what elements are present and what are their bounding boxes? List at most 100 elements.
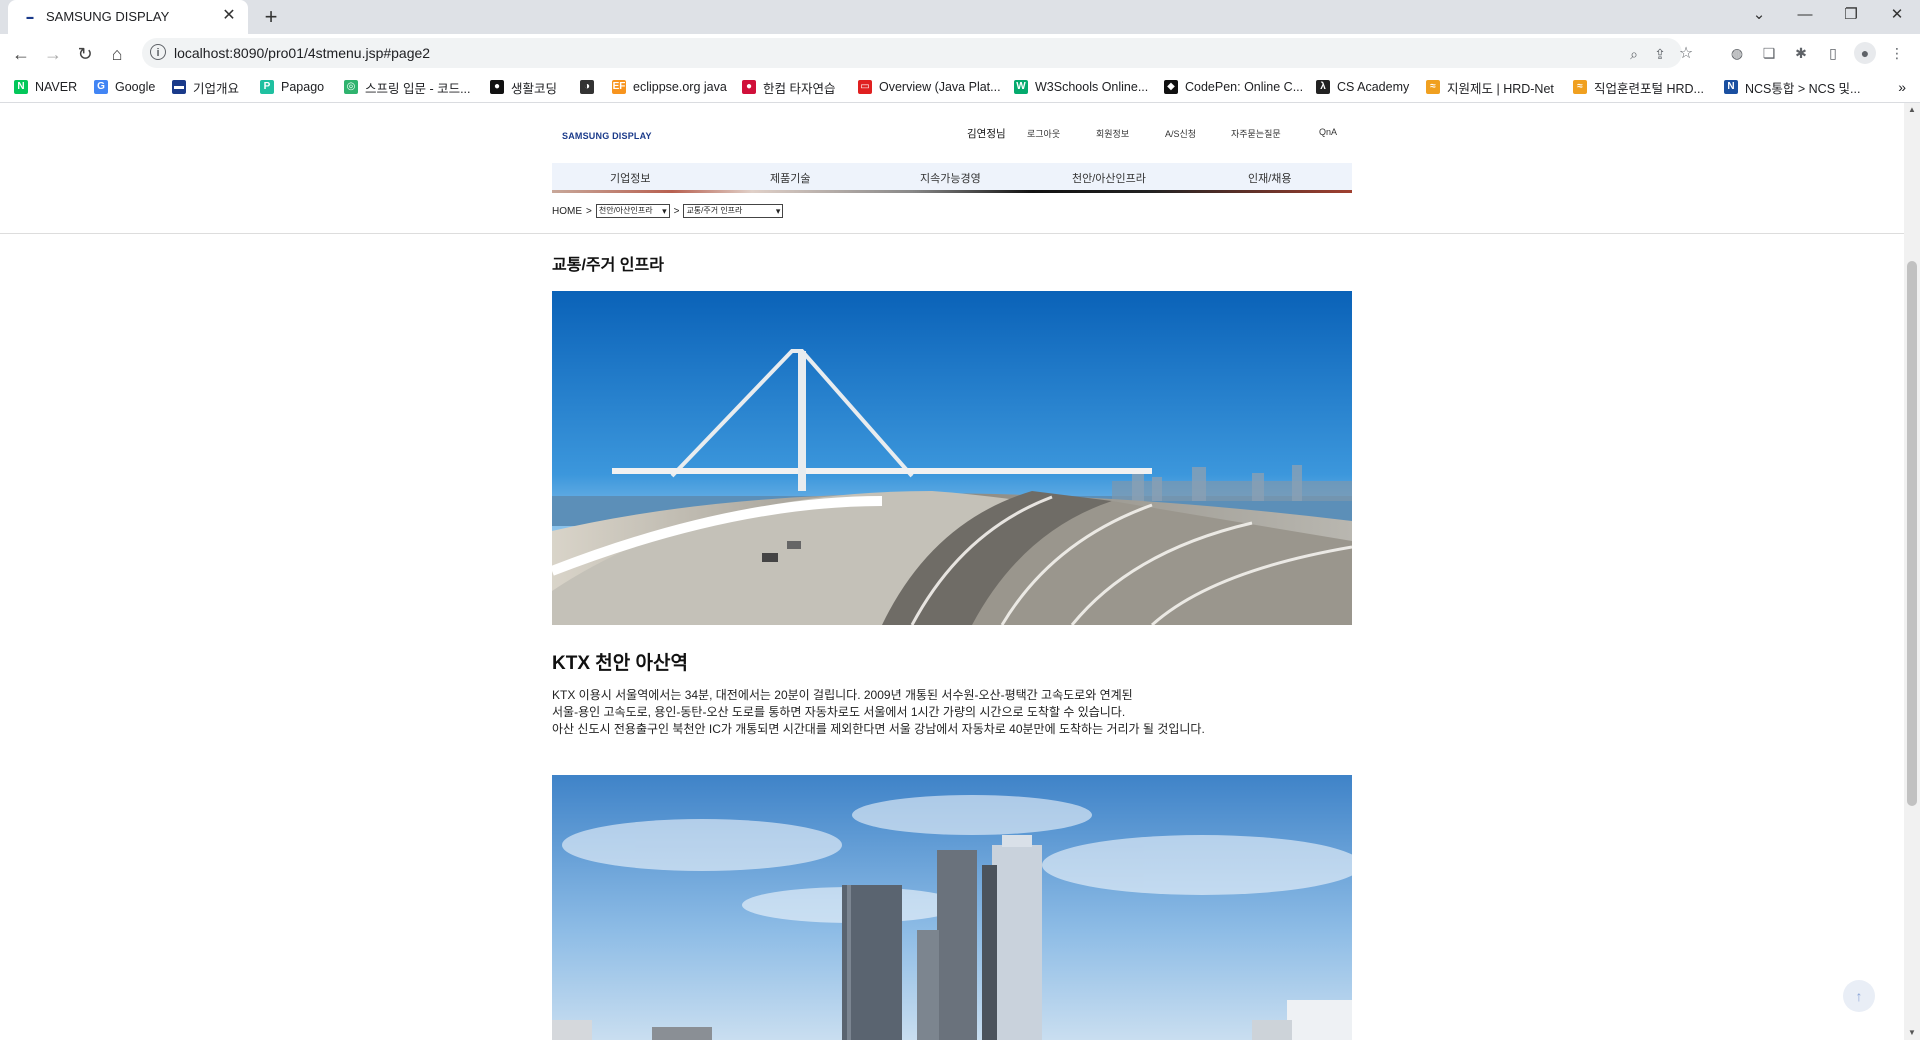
- bookmark-item[interactable]: ● 한컴 타자연습: [742, 77, 835, 97]
- station-description: KTX 이용시 서울역에서는 34분, 대전에서는 20분이 걸립니다. 200…: [552, 687, 1205, 738]
- bookmark-item[interactable]: ● 생활코딩: [490, 77, 557, 97]
- globe-icon: ◑: [580, 80, 594, 94]
- address-bar[interactable]: i localhost:8090/pro01/4stmenu.jsp#page2…: [142, 38, 1693, 68]
- category-select-value: 천안/아산인프라: [598, 206, 653, 215]
- highway-bridge-image: [552, 291, 1352, 625]
- scroll-to-top-button[interactable]: ↑: [1843, 980, 1875, 1012]
- page-scrollbar[interactable]: ▲ ▼: [1904, 103, 1920, 1040]
- hrd-icon: ≈: [1573, 80, 1587, 94]
- scroll-up-icon[interactable]: ▲: [1904, 103, 1920, 117]
- bookmark-item[interactable]: W W3Schools Online...: [1014, 77, 1148, 97]
- section-title: 교통/주거 인프라: [552, 257, 664, 274]
- w3schools-icon: W: [1014, 80, 1028, 94]
- bookmark-item[interactable]: ◆ CodePen: Online C...: [1164, 77, 1303, 97]
- nav-product-tech[interactable]: 제품기술: [770, 170, 810, 186]
- bookmark-label: 스프링 입문 - 코드...: [365, 81, 471, 96]
- bookmark-star-icon[interactable]: ☆: [1676, 44, 1696, 64]
- bookmark-label: 생활코딩: [511, 81, 558, 96]
- samsung-favicon-icon: ▬: [26, 13, 34, 21]
- breadcrumb: HOME > 천안/아산인프라 ▾ > 교통/주거 인프라 ▾: [552, 204, 787, 218]
- subcategory-select-value: 교통/주거 인프라: [686, 206, 743, 215]
- hrd-icon: ≈: [1426, 80, 1440, 94]
- home-icon[interactable]: ⌂: [104, 41, 130, 67]
- nav-sustainability[interactable]: 지속가능경영: [920, 170, 981, 186]
- bookmark-label: NAVER: [35, 80, 78, 94]
- bookmark-label: Overview (Java Plat...: [879, 80, 1001, 94]
- scroll-down-icon[interactable]: ▼: [1904, 1026, 1920, 1040]
- back-icon[interactable]: ←: [8, 41, 34, 67]
- bookmark-label: Google: [115, 80, 156, 94]
- naver-icon: N: [14, 80, 28, 94]
- nav-company-info[interactable]: 기업정보: [610, 170, 650, 186]
- nav-infra[interactable]: 천안/아산인프라: [1072, 170, 1146, 186]
- profile-avatar-icon[interactable]: ●: [1854, 42, 1876, 64]
- extension-globe-icon[interactable]: ◍: [1726, 42, 1748, 64]
- member-info-link[interactable]: 회원정보: [1096, 127, 1129, 140]
- close-window-button[interactable]: ✕: [1874, 0, 1920, 30]
- bookmark-item[interactable]: ≈ 지원제도 | HRD-Net: [1426, 77, 1554, 97]
- minimize-button[interactable]: —: [1782, 0, 1828, 30]
- extensions-puzzle-icon[interactable]: ✱: [1790, 42, 1812, 64]
- user-greeting: 김연정님: [967, 128, 1006, 140]
- browser-toolbar: ← → ↻ ⌂ i localhost:8090/pro01/4stmenu.j…: [0, 34, 1920, 72]
- menu-kebab-icon[interactable]: ⋮: [1886, 42, 1908, 64]
- site-logo[interactable]: SAMSUNG DISPLAY: [562, 131, 652, 141]
- bookmark-item[interactable]: ≈ 직업훈련포털 HRD...: [1573, 77, 1704, 97]
- browser-tab[interactable]: ▬ SAMSUNG DISPLAY ✕: [8, 0, 248, 34]
- category-select[interactable]: 천안/아산인프라 ▾: [595, 204, 670, 218]
- more-bookmarks-button[interactable]: »: [1898, 77, 1906, 97]
- breadcrumb-home[interactable]: HOME: [552, 206, 582, 217]
- bookmark-item[interactable]: λ CS Academy: [1316, 77, 1409, 97]
- residential-towers-image: [552, 775, 1352, 1040]
- bookmark-item[interactable]: ◎ 스프링 입문 - 코드...: [344, 77, 471, 97]
- zoom-icon[interactable]: ⌕: [1624, 44, 1644, 64]
- as-request-link[interactable]: A/S신청: [1165, 127, 1196, 140]
- station-title: KTX 천안 아산역: [552, 653, 688, 674]
- circle-icon: ●: [490, 80, 504, 94]
- inflearn-icon: ◎: [344, 80, 358, 94]
- scrollbar-thumb[interactable]: [1907, 261, 1917, 806]
- bookmark-label: 직업훈련포털 HRD...: [1594, 81, 1704, 96]
- bookmark-item[interactable]: N NAVER: [14, 77, 77, 97]
- site-header: SAMSUNG DISPLAY 김연정님 로그아웃 회원정보 A/S신청 자주묻…: [0, 103, 1904, 234]
- bookmarks-bar: » N NAVER G Google ▬ 기업개요 P Papago ◎ 스프링 입문 - 코드.…: [0, 72, 1920, 103]
- restore-button[interactable]: ❐: [1828, 0, 1874, 30]
- bookmark-label: 기업개요: [193, 81, 240, 96]
- bookmark-item[interactable]: G Google: [94, 77, 155, 97]
- tab-strip: ▬ SAMSUNG DISPLAY ✕ + ⌄ — ❐ ✕: [0, 0, 1920, 34]
- subcategory-select[interactable]: 교통/주거 인프라 ▾: [683, 204, 784, 218]
- cs-academy-icon: λ: [1316, 80, 1330, 94]
- eclipse-icon: EF: [612, 80, 626, 94]
- nav-recruit[interactable]: 인재/채용: [1248, 170, 1292, 186]
- faq-link[interactable]: 자주묻는질문: [1231, 127, 1281, 140]
- qna-link[interactable]: QnA: [1319, 127, 1337, 137]
- bookmark-label: NCS통합 > NCS 및...: [1745, 81, 1861, 96]
- chevron-down-icon: ▾: [775, 206, 781, 216]
- bookmark-label: CodePen: Online C...: [1185, 80, 1304, 94]
- bookmark-item[interactable]: ◑: [580, 77, 601, 97]
- new-tab-button[interactable]: +: [258, 4, 284, 30]
- extension-tabs-icon[interactable]: ❏: [1758, 42, 1780, 64]
- forward-icon[interactable]: →: [40, 41, 66, 67]
- oracle-icon: ▭: [858, 80, 872, 94]
- description-line: 서울-용인 고속도로, 용인-동탄-오산 도로를 통하면 자동차로도 서울에서 …: [552, 705, 1126, 719]
- reload-icon[interactable]: ↻: [72, 41, 98, 67]
- hancom-icon: ●: [742, 80, 756, 94]
- bookmark-item[interactable]: ▬ 기업개요: [172, 77, 239, 97]
- logout-link[interactable]: 로그아웃: [1027, 127, 1060, 140]
- bookmark-label: CS Academy: [1337, 80, 1410, 94]
- tab-search-icon[interactable]: ⌄: [1736, 0, 1782, 30]
- close-tab-icon[interactable]: ✕: [220, 7, 238, 25]
- site-info-icon[interactable]: i: [150, 44, 166, 60]
- url-text: localhost:8090/pro01/4stmenu.jsp#page2: [174, 45, 431, 61]
- codepen-icon: ◆: [1164, 80, 1178, 94]
- tab-title: SAMSUNG DISPLAY: [46, 9, 170, 24]
- share-icon[interactable]: ⇪: [1650, 44, 1670, 64]
- bookmark-item[interactable]: P Papago: [260, 77, 324, 97]
- bookmark-item[interactable]: EF eclippse.org java: [612, 77, 727, 97]
- bookmark-label: 지원제도 | HRD-Net: [1447, 81, 1554, 96]
- chevron-down-icon: ▾: [662, 206, 667, 216]
- side-panel-icon[interactable]: ▯: [1822, 42, 1844, 64]
- bookmark-item[interactable]: ▭ Overview (Java Plat...: [858, 77, 1001, 97]
- bookmark-item[interactable]: N NCS통합 > NCS 및...: [1724, 77, 1860, 97]
